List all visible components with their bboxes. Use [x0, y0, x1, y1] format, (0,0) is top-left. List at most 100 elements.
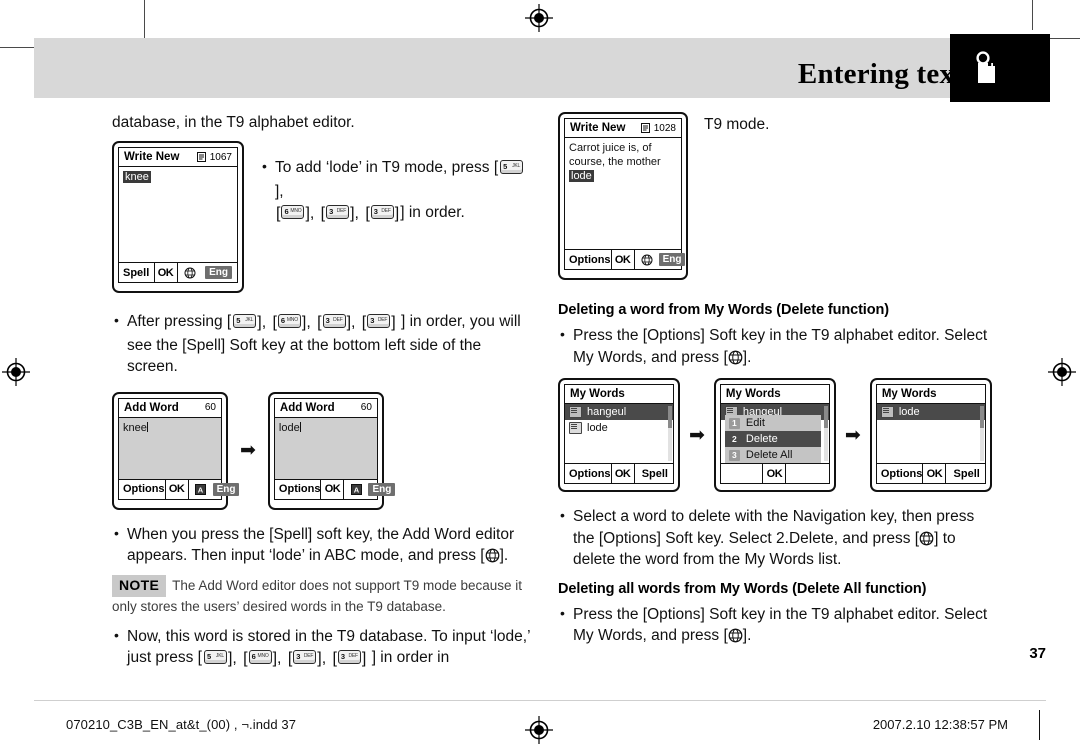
keycap-3def-b: [3 DEF] [365, 205, 400, 222]
softkey-abc-mode-icon[interactable]: A [189, 480, 213, 499]
softkey-bar: Options OK A Eng [118, 479, 240, 500]
registration-mark-left [2, 358, 30, 386]
header-section-tab [950, 34, 1050, 102]
softkey-right[interactable]: Spell [635, 464, 673, 483]
softkey-bar: Options OK Spell [875, 464, 986, 484]
screen-body: knee [118, 167, 238, 263]
softkey-left[interactable]: Options [877, 464, 923, 483]
softkey-center[interactable]: OK [320, 479, 345, 499]
message-lines-icon [196, 151, 206, 162]
softkey-left[interactable]: Options [275, 480, 321, 499]
input-value: lode [278, 421, 300, 434]
softkey-left[interactable]: Options [565, 250, 611, 269]
menu-item-label: Delete [745, 433, 778, 445]
bullet-add-lode: To add ‘lode’ in T9 mode, press [5JKL], … [260, 156, 532, 226]
message-lines-icon [640, 122, 650, 133]
softkey-center[interactable]: OK [610, 464, 635, 483]
softkey-center[interactable]: OK [922, 464, 947, 483]
options-menu: 1 Edit 2 Delete 3 Delete All [724, 415, 821, 463]
flow-arrow-icon: ➡ [240, 440, 256, 461]
softkey-center[interactable]: OK [610, 250, 635, 269]
keycap-6mno-2: [6 MNO], [272, 314, 311, 331]
bullet-press-options-2: Press the [Options] Soft key in the T9 a… [558, 603, 998, 647]
menu-item-number: 1 [728, 417, 740, 429]
list-item[interactable]: lode [565, 420, 673, 436]
word-icon [569, 406, 582, 418]
softkey-right-label: Eng [368, 482, 396, 496]
screen-title-bar: My Words [564, 384, 674, 404]
softkey-right[interactable]: Eng [658, 250, 691, 269]
softkey-left[interactable]: Spell [119, 263, 154, 282]
keycap-3def-2a: [3 DEF], [317, 314, 356, 331]
flow-arrow-icon: ➡ [844, 424, 861, 446]
screen-body: lode [875, 404, 986, 464]
heading-delete-function: Deleting a word from My Words (Delete fu… [558, 302, 889, 318]
screen-add-word-2: Add Word 60 lode Options OK A Eng [267, 391, 396, 510]
screen-body: knee [118, 417, 222, 480]
globe-icon [485, 548, 499, 563]
screen-my-words-1: My Words hangeul lode Options OK Spell [558, 378, 680, 492]
selected-word: knee [123, 171, 151, 183]
bullet-stored-post: ] in order in [371, 649, 450, 666]
softkey-right[interactable]: Eng [202, 263, 238, 282]
menu-item-label: Delete All [745, 449, 793, 461]
flow-arrow-icon: ➡ [689, 424, 705, 446]
screen-my-words-2: My Words hangeul 1 Edit 2 Delete 3 Delet… [713, 378, 836, 492]
highlighted-word: lode [569, 170, 594, 182]
softkey-left[interactable] [721, 464, 763, 483]
heading-delete-all-function: Deleting all words from My Words (Delete… [558, 580, 927, 597]
softkey-right[interactable]: Eng [368, 480, 400, 499]
list-item-label: lode [587, 422, 608, 434]
menu-item-number: 3 [728, 449, 740, 461]
list-item[interactable]: lode [876, 404, 985, 420]
screen-body: Carrot juice is, of course, the mother l… [564, 138, 682, 250]
softkey-bar: Options OK Eng [564, 250, 686, 270]
menu-item-number: 2 [732, 433, 737, 444]
softkey-left[interactable]: Options [119, 480, 165, 499]
text-caret [146, 421, 148, 432]
screen-title: My Words [725, 388, 781, 400]
softkey-center[interactable]: OK [762, 464, 787, 483]
note-tag: NOTE [112, 574, 167, 597]
softkey-left[interactable]: Options [565, 464, 611, 483]
softkey-center[interactable]: OK [164, 479, 189, 499]
keycap-6mno: [6 MNO], [276, 205, 315, 222]
menu-item-delete-all[interactable]: 3 Delete All [725, 447, 821, 463]
softkey-right[interactable]: Spell [946, 464, 984, 483]
manual-page: Entering text database, in the T9 alphab… [0, 0, 1080, 752]
screen-body: hangeul lode [564, 404, 674, 464]
page-title: Entering text [797, 58, 964, 90]
body-line-1: Carrot juice is, of [569, 142, 652, 154]
keycap-5jkl-2: 5 JKL], [232, 312, 266, 335]
screen-add-word-1: Add Word 60 knee Options OK A Eng [112, 391, 240, 510]
menu-item-delete[interactable]: 2 Delete [724, 431, 821, 447]
softkey-center[interactable]: OK [153, 263, 178, 282]
softkey-right[interactable]: Eng [212, 480, 245, 499]
menu-item-edit[interactable]: 1 Edit [725, 415, 821, 431]
body-line-2: course, the mother [569, 156, 661, 168]
registration-mark-top [525, 4, 553, 32]
softkey-right[interactable] [786, 464, 829, 483]
screen-title-bar: Write New 1028 [564, 118, 682, 138]
right-column: Write New 1028 Carrot juice is, of cours… [558, 112, 998, 650]
scrollbar[interactable] [979, 406, 984, 461]
softkey-globe-icon[interactable] [635, 250, 659, 269]
scrollbar[interactable] [668, 406, 672, 461]
list-item-label: lode [898, 406, 920, 418]
menu-item-label: Edit [745, 417, 765, 429]
softkey-abc-mode-icon[interactable]: A [344, 480, 368, 499]
keycap-5jkl: 5 JKL [499, 159, 524, 181]
scrollbar[interactable] [823, 406, 828, 461]
list-item[interactable]: hangeul [565, 404, 673, 420]
footer-timestamp: 2007.2.10 12:38:57 PM [872, 717, 1008, 732]
word-icon [569, 422, 582, 434]
softkey-right-label: Eng [658, 253, 686, 266]
bullet-after-pressing: After pressing [5JKL], [6MNO], [3DEF], [… [112, 310, 532, 378]
intro-paragraph: database, in the T9 alphabet editor. [112, 114, 355, 131]
print-footer: 070210_C3B_EN_at&t_(00) , ¬.indd 37 2007… [0, 700, 1080, 752]
hand-pointer-icon [976, 51, 997, 83]
screen-title: Write New [124, 151, 180, 163]
softkey-right-label: Eng [212, 482, 240, 496]
text-caret [299, 421, 301, 432]
softkey-globe-icon[interactable] [178, 263, 202, 282]
